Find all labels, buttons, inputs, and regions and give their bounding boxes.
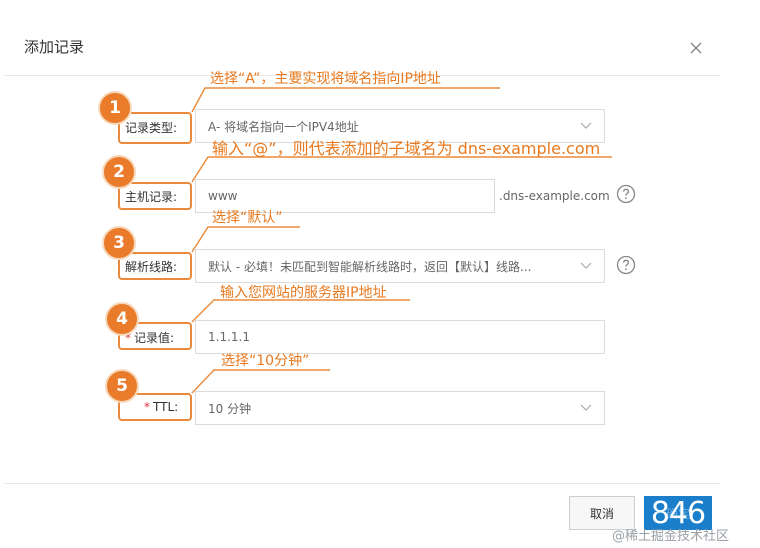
watermark: @稀土掘金技术社区 (612, 529, 730, 544)
required-mark: * (144, 400, 150, 414)
step-badge-5: 5 (105, 369, 139, 403)
close-icon[interactable] (684, 36, 708, 60)
host-label: 主机记录: (125, 190, 178, 204)
line-select[interactable]: 默认 - 必填！未匹配到智能解析线路时，返回【默认】线路... (195, 249, 605, 283)
help-icon[interactable] (616, 255, 636, 275)
domain-suffix: .dns-example.com (499, 189, 610, 203)
step-badge-4: 4 (105, 302, 139, 336)
host-value: www (208, 189, 238, 203)
callout-1: 选择“A”，主要实现将域名指向IP地址 (210, 71, 441, 87)
callout-5: 选择“10分钟” (221, 353, 310, 369)
chevron-down-icon (580, 404, 592, 411)
ttl-label: TTL: (153, 400, 179, 414)
chevron-down-icon (580, 122, 592, 129)
ttl-select[interactable]: 10 分钟 (195, 391, 605, 425)
callout-3: 选择“默认” (212, 210, 283, 226)
help-icon[interactable] (616, 184, 636, 204)
line-value: 默认 - 必填！未匹配到智能解析线路时，返回【默认】线路... (208, 259, 532, 274)
ttl-label-wrap: * TTL: (144, 400, 178, 414)
chevron-down-icon (580, 262, 592, 269)
callout-2: 输入“@”，则代表添加的子域名为 dns-example.com (212, 139, 601, 158)
step-badge-3: 3 (102, 226, 136, 260)
dialog-title: 添加记录 (24, 38, 85, 56)
ttl-value: 10 分钟 (208, 401, 252, 416)
record-type-value: A- 将域名指向一个IPV4地址 (208, 119, 359, 134)
leader-line-4 (191, 299, 410, 323)
record-type-label: 记录类型: (125, 121, 178, 135)
line-label: 解析线路: (125, 260, 178, 274)
record-value-label: 记录值: (134, 331, 175, 345)
leader-line-5 (191, 369, 330, 394)
callout-4: 输入您网站的服务器IP地址 (220, 285, 387, 301)
record-value-value: 1.1.1.1 (208, 330, 250, 344)
record-value-input[interactable]: 1.1.1.1 (195, 320, 605, 354)
step-badge-2: 2 (102, 155, 136, 189)
footer-divider (4, 483, 720, 484)
step-badge-1: 1 (98, 91, 132, 125)
